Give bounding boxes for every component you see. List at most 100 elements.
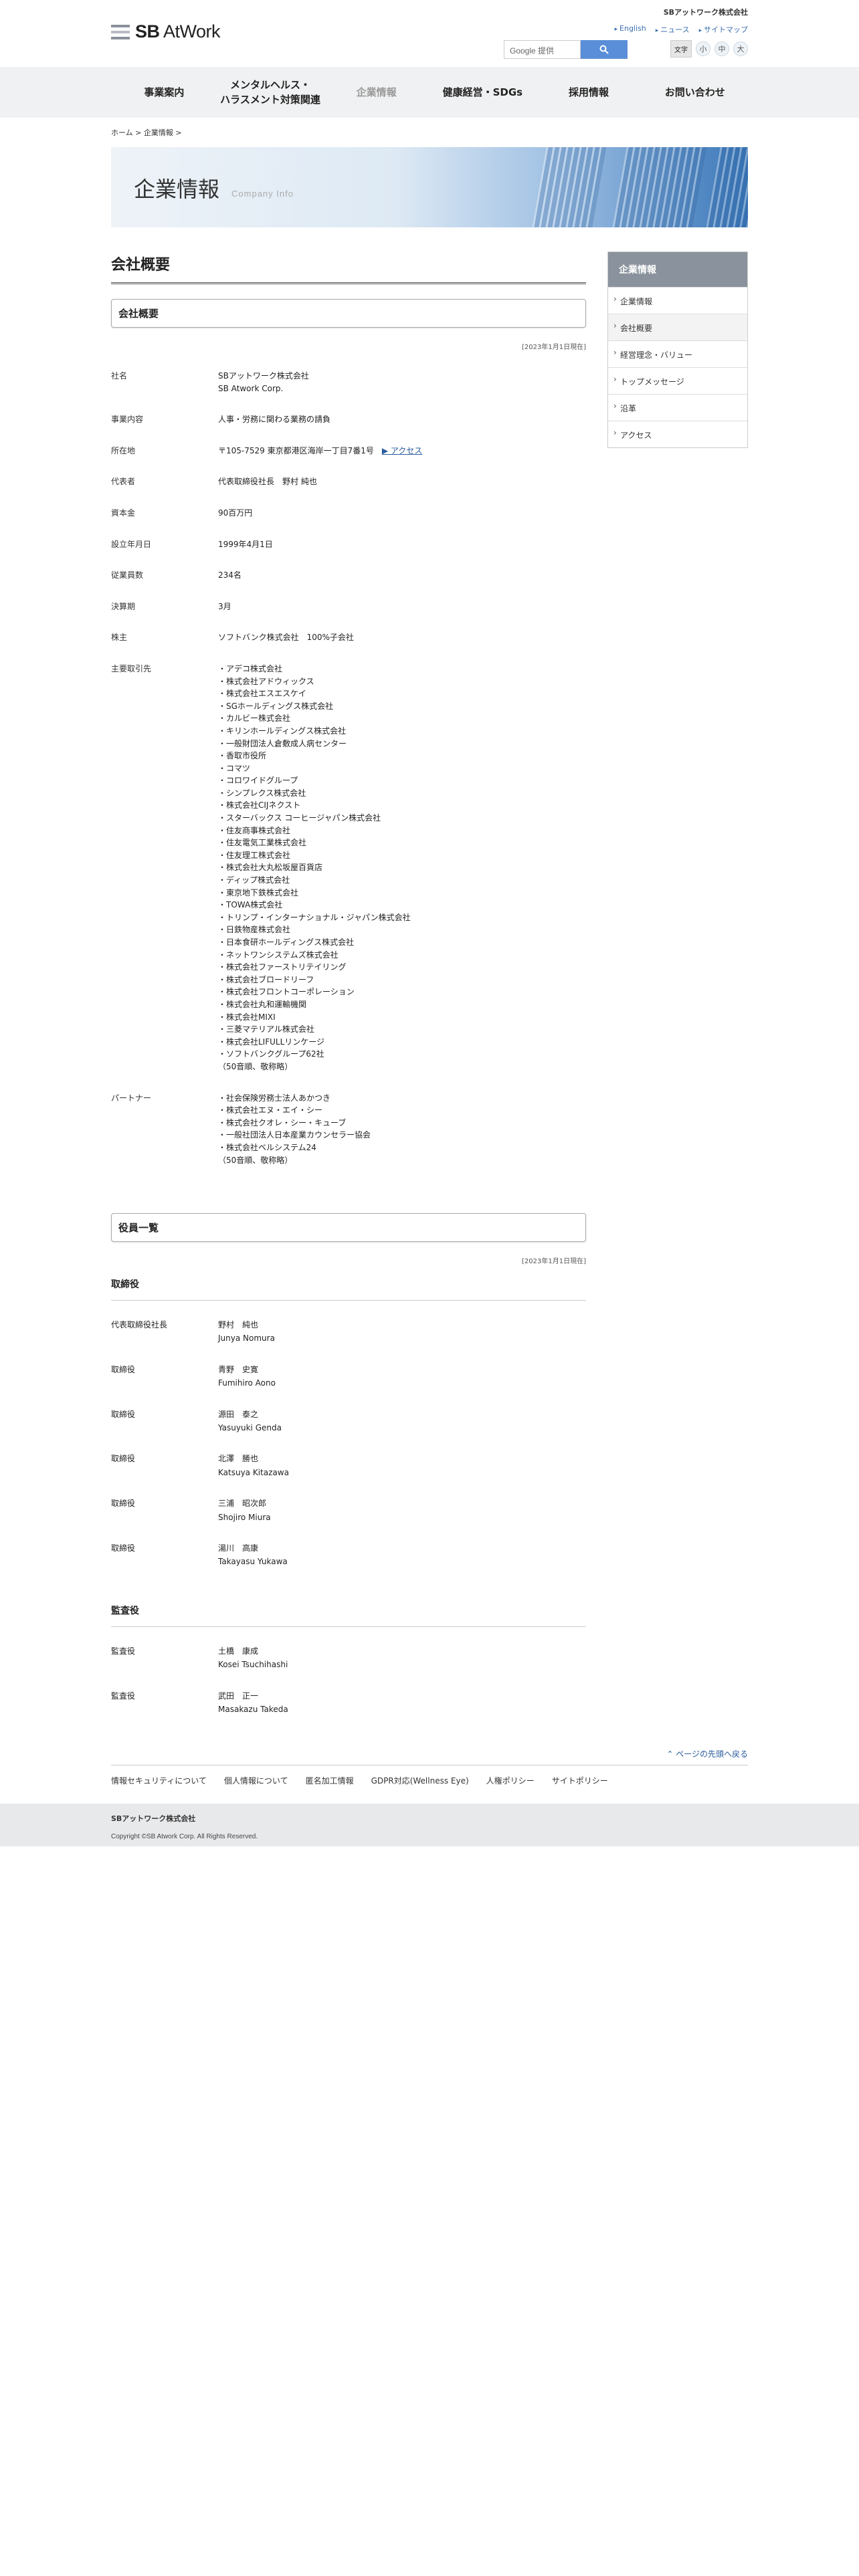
link-english[interactable]: English — [615, 24, 646, 35]
overview-row-label: 主要取引先 — [111, 663, 152, 673]
overview-row: 代表者 代表取締役社長 野村 純也 — [111, 475, 586, 488]
site-logo[interactable]: SB AtWork — [111, 21, 221, 42]
officer-title: 取締役 — [111, 1409, 136, 1419]
overview-table: 社名 SBアットワーク株式会社 SB Atwork Corp. 事業内容 人事・労務に関… — [111, 370, 586, 1166]
sidebar-item-philosophy[interactable]: 経営理念・バリュー — [608, 340, 747, 367]
overview-row-line: ・株式会社ベルシステム24 — [218, 1142, 316, 1152]
top-links: English ニュース サイトマップ — [615, 24, 748, 35]
nav-mental-health[interactable]: メンタルヘルス・ ハラスメント対策関連 — [217, 67, 324, 118]
overview-row-label: 代表者 — [111, 477, 136, 487]
pagetop-link[interactable]: ⌃ ページの先頭へ戻る — [111, 1748, 748, 1766]
link-sitemap[interactable]: サイトマップ — [699, 24, 748, 35]
overview-row-label: 事業内容 — [111, 415, 144, 425]
nav-business[interactable]: 事業案内 — [111, 67, 217, 118]
overview-row-line: ・株式会社ファーストリテイリング — [218, 962, 347, 972]
nav-health-sdgs[interactable]: 健康経営・SDGs — [430, 67, 536, 118]
sidebar-item-overview[interactable]: 会社概要 — [608, 314, 747, 340]
overview-row-line: ・株式会社MIXI — [218, 1012, 276, 1022]
overview-row-line: ・トリンプ・インターナショナル・ジャパン株式会社 — [218, 912, 411, 922]
font-size-medium-button[interactable]: 中 — [714, 41, 729, 56]
hero-banner: 企業情報 Company Info — [111, 147, 748, 227]
overview-row-line: ・香取市役所 — [218, 751, 267, 761]
overview-row-label: 所在地 — [111, 445, 136, 455]
search-button[interactable] — [581, 40, 628, 59]
overview-row-line: ・株式会社エヌ・エイ・シー — [218, 1105, 323, 1115]
overview-row-value: ソフトバンク株式会社 100%子会社 — [218, 631, 586, 644]
officer-title: 監査役 — [111, 1646, 136, 1656]
footer-company: SBアットワーク株式会社 — [111, 1814, 196, 1824]
overview-row-line: ・株式会社クオレ・シー・キューブ — [218, 1117, 347, 1128]
main-content: 会社概要 会社概要 [2023年1月1日現在] 社名 SBアットワーク株式会社 SB… — [111, 251, 586, 1716]
overview-row-line: ・ソフトバンクグループ62社 — [218, 1049, 324, 1059]
overview-row: 決算期 3月 — [111, 601, 586, 613]
officer-title: 取締役 — [111, 1499, 136, 1509]
overview-row-label: 社名 — [111, 371, 128, 381]
link-news[interactable]: ニュース — [656, 24, 689, 35]
overview-row-line: SB Atwork Corp. — [218, 383, 284, 393]
sidebar-item-top-message[interactable]: トップメッセージ — [608, 367, 747, 394]
officer-name-jp: 青野 史寛 — [218, 1364, 259, 1374]
footer-link-gdpr[interactable]: GDPR対応(Wellness Eye) — [371, 1775, 469, 1786]
officer-name-jp: 土橋 康成 — [218, 1646, 259, 1656]
font-size-small-button[interactable]: 小 — [696, 41, 710, 56]
overview-row: 従業員数 234名 — [111, 569, 586, 582]
overview-row-line: ・日鉄物産株式会社 — [218, 925, 291, 935]
footer-link-anonymous[interactable]: 匿名加工情報 — [306, 1775, 354, 1786]
footer-link-privacy[interactable]: 個人情報について — [224, 1775, 288, 1786]
overview-row: 主要取引先 ・アデコ株式会社 ・株式会社アドウィックス ・株式会社エスエスケイ ・SGホ… — [111, 663, 586, 1073]
overview-row-line: ソフトバンク株式会社 100%子会社 — [218, 633, 354, 643]
overview-heading: 会社概要 — [111, 299, 586, 328]
overview-row-line: ・株式会社フロントコーポレーション — [218, 987, 355, 997]
overview-row-line: ・三菱マテリアル株式会社 — [218, 1025, 314, 1035]
overview-row-value: ・社会保険労務士法人あかつき ・株式会社エヌ・エイ・シー・株式会社クオレ・シー・キ… — [218, 1092, 586, 1167]
officer-row: 代表取締役社長 野村 純也 Junya Nomura — [111, 1318, 586, 1346]
overview-row-line: ・一般財団法人倉敷成人病センター — [218, 738, 347, 748]
overview-row-label: 株主 — [111, 633, 128, 643]
overview-row-line: ・社会保険労務士法人あかつき — [218, 1093, 331, 1103]
breadcrumb-current[interactable]: 企業情報 — [144, 128, 173, 137]
officer-name-jp: 北澤 勝也 — [218, 1454, 259, 1464]
overview-row-value: 〒105-7529 東京都港区海岸一丁目7番1号 ▶ アクセス — [218, 445, 586, 457]
footer-link-security[interactable]: 情報セキュリティについて — [111, 1775, 207, 1786]
sidebar-heading: 企業情報 — [608, 252, 747, 287]
sidebar-item-history[interactable]: 沿革 — [608, 394, 747, 421]
sidebar-item-company-info[interactable]: 企業情報 — [608, 287, 747, 314]
search-input[interactable]: Google 提供 — [504, 40, 581, 59]
footer-link-site-policy[interactable]: サイトポリシー — [552, 1775, 608, 1786]
overview-row-line: ・シンプレクス株式会社 — [218, 788, 306, 798]
breadcrumb-home[interactable]: ホーム — [111, 128, 133, 137]
officer-name-jp: 源田 泰之 — [218, 1409, 259, 1419]
font-size-switcher: 文字 小 中 大 — [670, 40, 748, 58]
overview-row-line: 234名 — [218, 570, 242, 580]
overview-row-line: ・株式会社LIFULLリンケージ — [218, 1037, 325, 1047]
officers-date: [2023年1月1日現在] — [522, 1258, 586, 1266]
overview-row-line: 〒105-7529 東京都港区海岸一丁目7番1号 — [218, 445, 374, 455]
font-size-large-button[interactable]: 大 — [733, 41, 748, 56]
nav-company-info[interactable]: 企業情報 — [323, 67, 430, 118]
officer-row: 取締役 源田 泰之 Yasuyuki Genda — [111, 1408, 586, 1435]
overview-row-line: ・コロワイドグループ — [218, 776, 298, 786]
footer-link-human-rights[interactable]: 人権ポリシー — [486, 1775, 535, 1786]
officer-title: 取締役 — [111, 1454, 136, 1464]
overview-row-line: ・日本食研ホールディングス株式会社 — [218, 938, 355, 947]
overview-row-line: ・住友理工株式会社 — [218, 850, 291, 860]
logo-text-prefix: SB — [135, 21, 160, 41]
overview-row-line: ・株式会社大丸松坂屋百貨店 — [218, 863, 323, 873]
hero-title: 企業情報 — [134, 177, 220, 202]
nav-recruit[interactable]: 採用情報 — [536, 67, 642, 118]
overview-row-line: ・TOWA株式会社 — [218, 900, 283, 910]
sidebar: 企業情報 企業情報 会社概要 経営理念・バリュー トップメッセージ 沿革 アクセ… — [607, 251, 748, 1716]
nav-contact[interactable]: お問い合わせ — [642, 67, 748, 118]
overview-row-value: 234名 — [218, 569, 586, 582]
footer-links: 情報セキュリティについて 個人情報について 匿名加工情報 GDPR対応(Well… — [111, 1765, 748, 1804]
auditors-heading: 監査役 — [111, 1604, 586, 1627]
sidebar-item-access[interactable]: アクセス — [608, 421, 747, 447]
overview-row-line: ・アデコ株式会社 — [218, 663, 283, 673]
officer-title: 取締役 — [111, 1364, 136, 1374]
overview-row-line: （50音順、敬称略） — [218, 1061, 293, 1071]
page-title: 会社概要 — [111, 253, 586, 284]
access-link[interactable]: ▶ アクセス — [382, 446, 422, 455]
site-header: SB AtWork SBアットワーク株式会社 English ニュース サイトマ… — [111, 0, 748, 67]
logo-text-main: AtWork — [163, 21, 221, 41]
overview-row-value: 3月 — [218, 601, 586, 613]
